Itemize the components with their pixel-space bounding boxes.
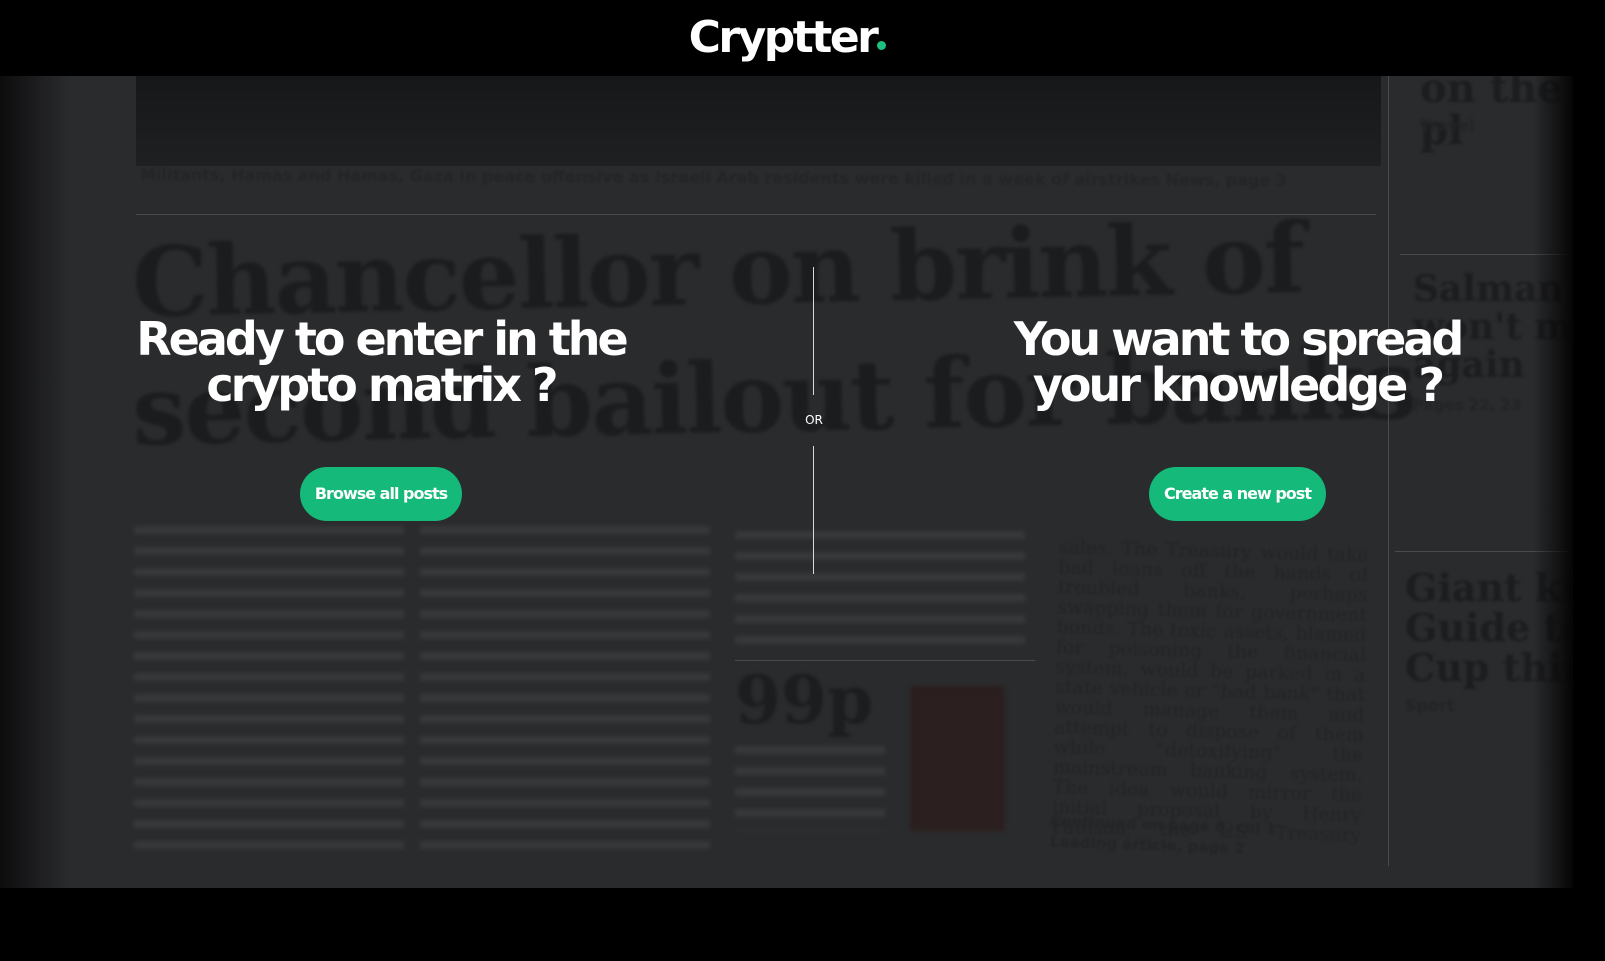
- create-heading: You want to spread your knowledge ?: [870, 316, 1605, 408]
- browse-panel: Ready to enter in the crypto matrix ? Br…: [0, 316, 762, 521]
- landing-page: Cryptter Militants, Hamas and Hamas, Gaz…: [0, 0, 1605, 961]
- logo-text: Cryptter: [688, 11, 879, 63]
- create-panel: You want to spread your knowledge ? Crea…: [870, 316, 1605, 521]
- browse-all-posts-button[interactable]: Browse all posts: [299, 467, 463, 521]
- divider-line-bottom: [813, 446, 814, 574]
- divider-or-label: OR: [805, 413, 823, 427]
- browse-heading: Ready to enter in the crypto matrix ?: [0, 316, 762, 408]
- top-bar: Cryptter: [0, 0, 1605, 76]
- call-to-action-overlay: Ready to enter in the crypto matrix ? Br…: [0, 76, 1605, 888]
- logo-dot: [877, 40, 887, 50]
- create-new-post-button[interactable]: Create a new post: [1149, 467, 1326, 521]
- logo[interactable]: Cryptter: [689, 12, 887, 63]
- create-heading-line2: your knowledge ?: [1032, 358, 1445, 412]
- divider-line-top: [813, 267, 814, 395]
- browse-heading-line2: crypto matrix ?: [206, 358, 558, 412]
